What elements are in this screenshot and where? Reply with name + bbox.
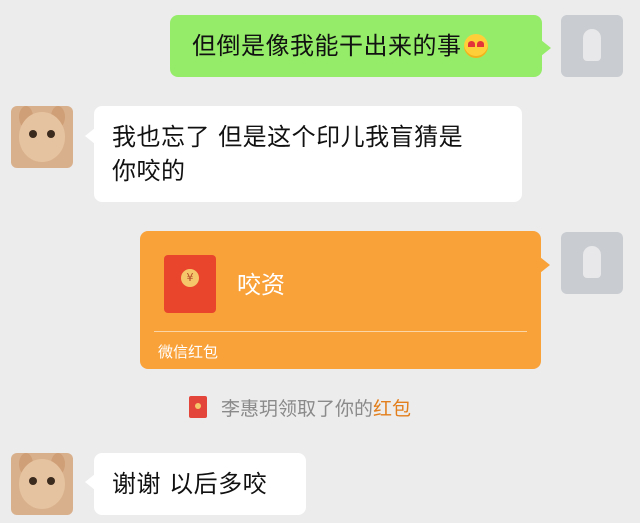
red-packet-divider [154, 331, 527, 332]
received-message-bubble[interactable]: 我也忘了 但是这个印儿我盲猜是 你咬的 [94, 106, 522, 202]
received-message-bubble[interactable]: 谢谢 以后多咬 [94, 453, 306, 515]
red-packet-label: 微信红包 [158, 343, 219, 361]
friend-avatar[interactable] [11, 106, 73, 168]
red-packet-card[interactable]: ¥ 咬资 微信红包 [140, 231, 541, 369]
red-packet-title: 咬资 [237, 271, 285, 299]
red-envelope-coin: ¥ [181, 269, 199, 287]
red-envelope-icon: ¥ [164, 255, 216, 313]
self-avatar[interactable] [561, 15, 623, 77]
heart-eyes-emoji-icon [463, 34, 488, 58]
friend-avatar-face [19, 112, 65, 162]
sent-message-text: 但倒是像我能干出来的事 [192, 32, 462, 60]
friend-avatar-eye [29, 130, 37, 138]
friend-avatar-eye [47, 130, 55, 138]
friend-avatar[interactable] [11, 453, 73, 515]
sent-message-bubble[interactable]: 但倒是像我能干出来的事 [170, 15, 542, 77]
red-envelope-icon [189, 396, 207, 418]
received-message-text: 谢谢 以后多咬 [112, 470, 268, 498]
red-packet-tail [540, 257, 550, 273]
received-message-line: 我也忘了 但是这个印儿我盲猜是 [112, 123, 464, 151]
self-avatar[interactable] [561, 232, 623, 294]
friend-avatar-eye [29, 477, 37, 485]
friend-avatar-eye [47, 477, 55, 485]
notice-red-packet-link[interactable]: 红包 [373, 394, 411, 421]
sent-bubble-tail [541, 40, 551, 56]
self-avatar-figure [583, 29, 601, 61]
received-message-line: 你咬的 [112, 157, 186, 185]
friend-avatar-face [19, 459, 65, 509]
self-avatar-figure [583, 246, 601, 278]
red-packet-received-notice: 李惠玥领取了你的 红包 [189, 393, 411, 421]
notice-text: 李惠玥领取了你的 [221, 397, 374, 420]
